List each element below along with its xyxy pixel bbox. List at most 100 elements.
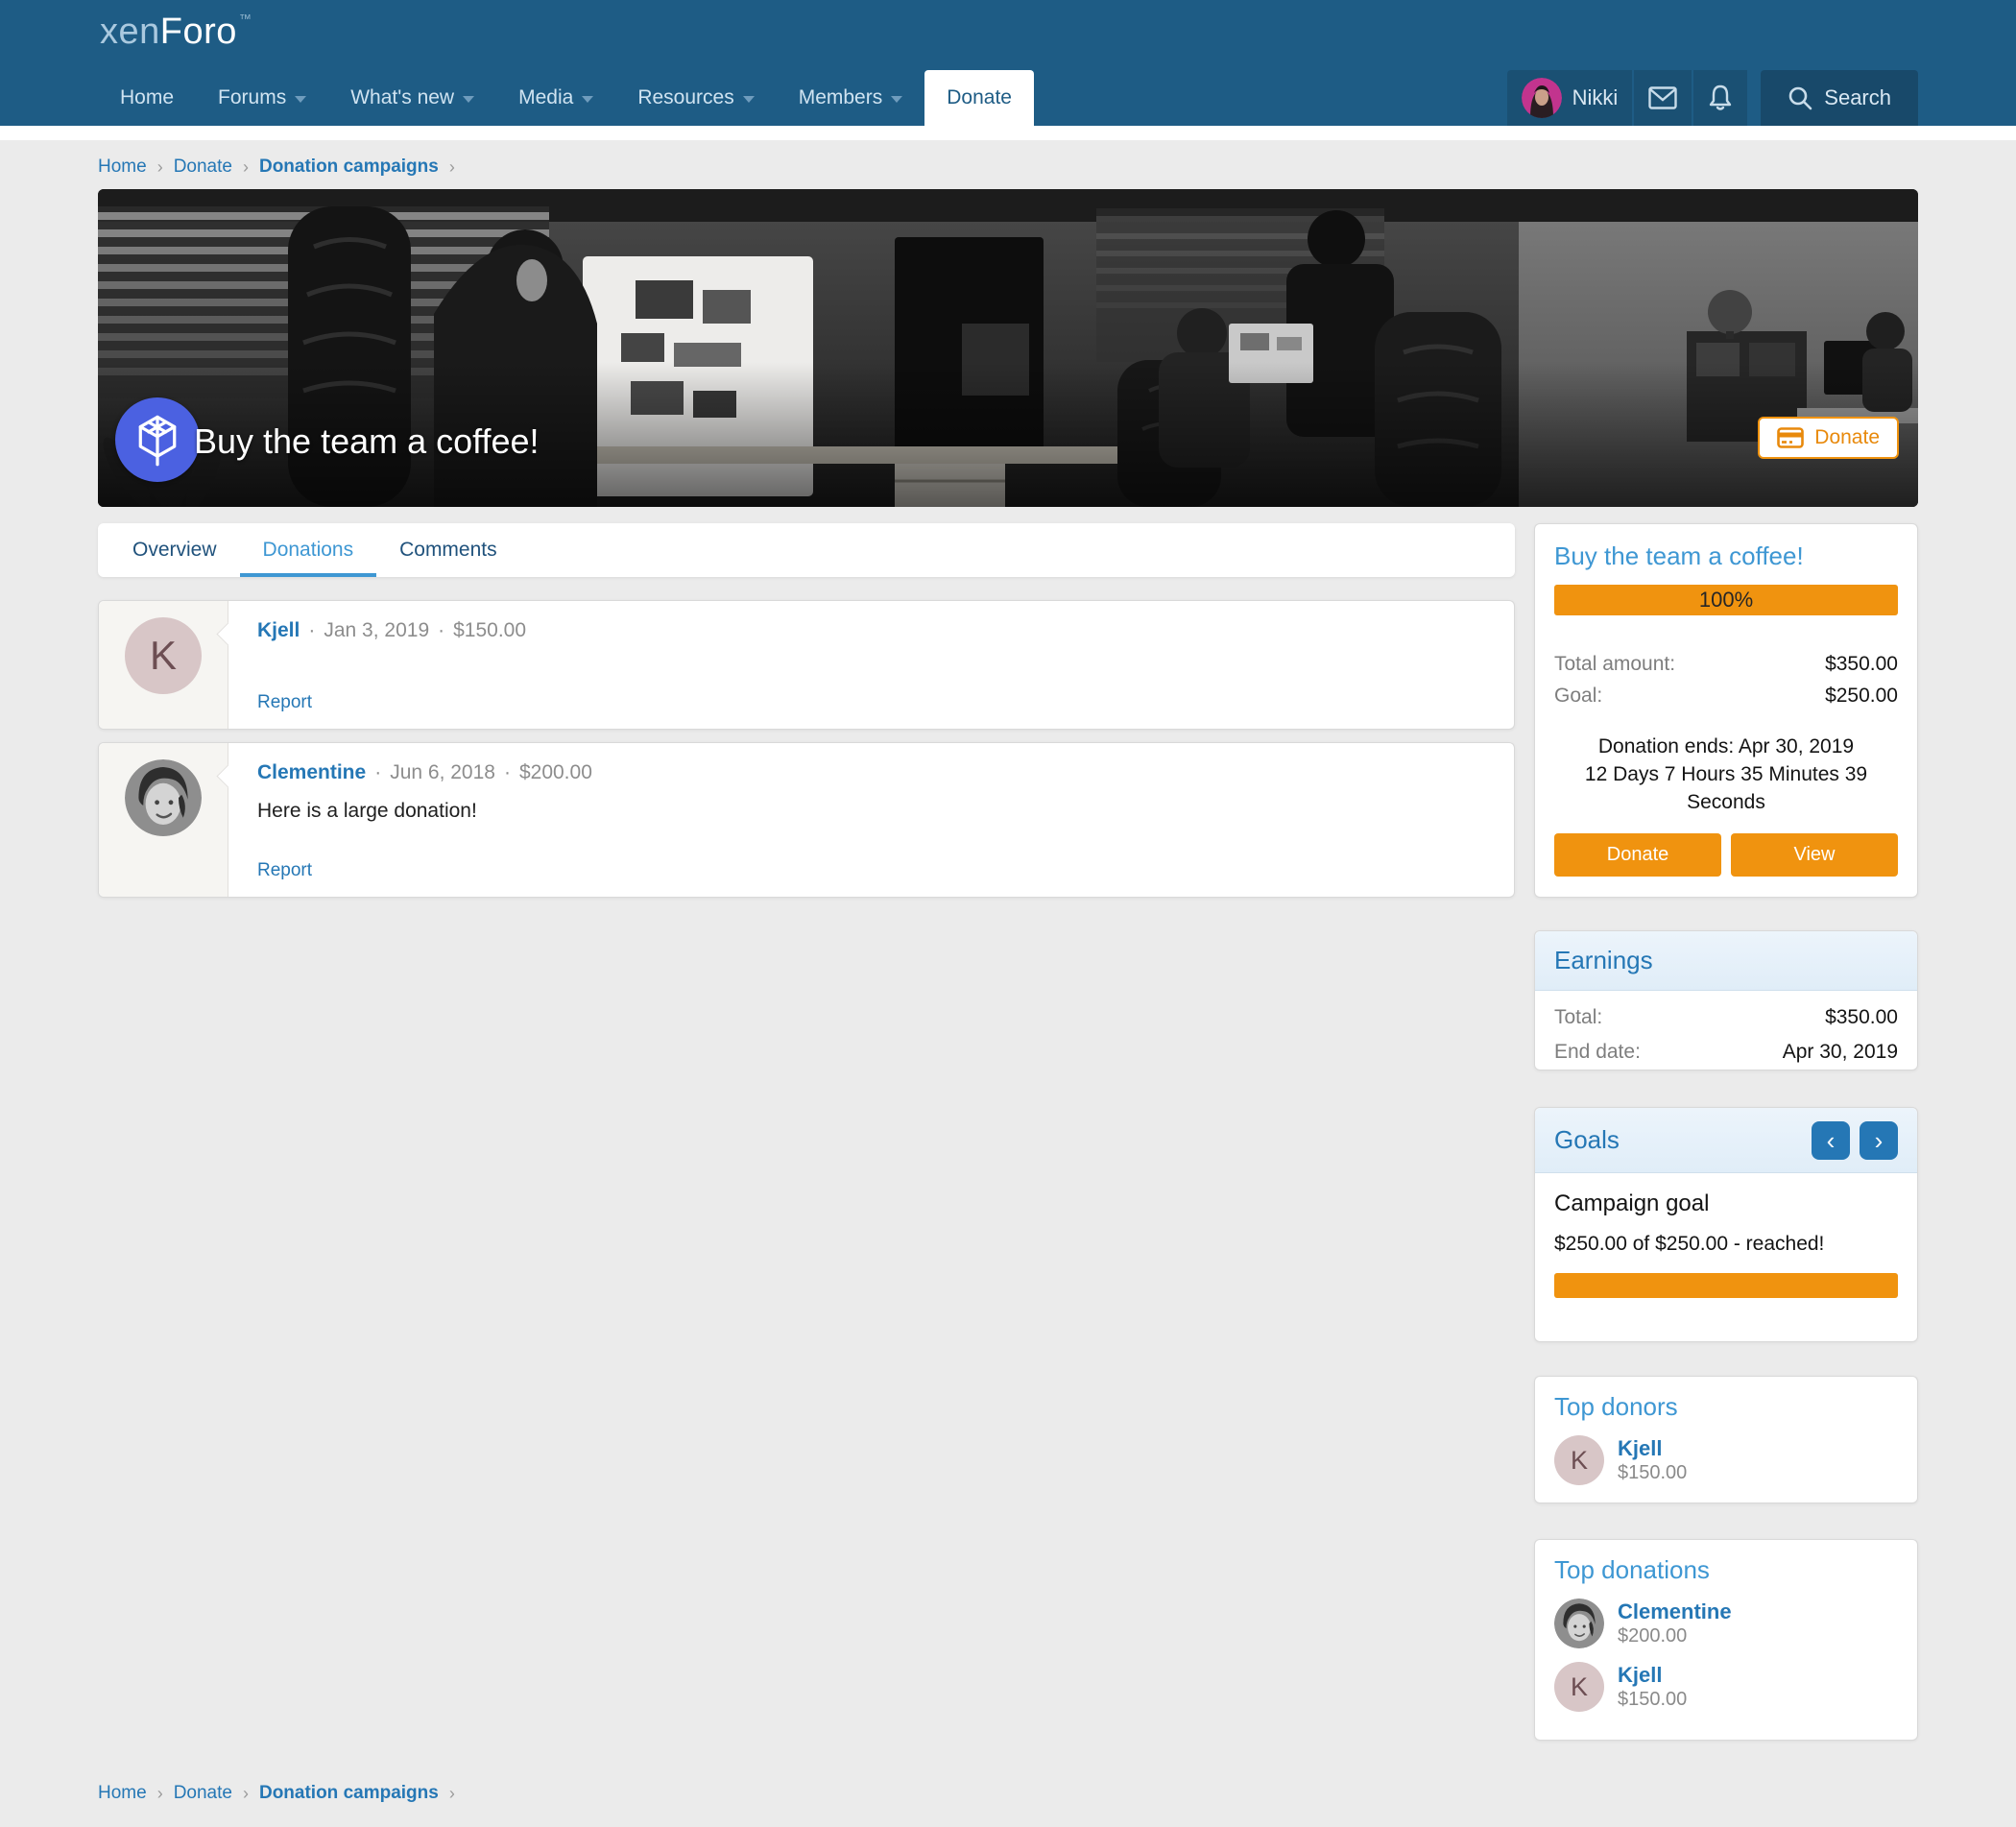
- donor-name-link[interactable]: Kjell: [257, 619, 300, 642]
- account-menu-button[interactable]: Nikki: [1507, 70, 1633, 126]
- breadcrumb-donation-campaigns[interactable]: Donation campaigns: [259, 156, 439, 178]
- campaign-summary-card: Buy the team a coffee! 100% Total amount…: [1534, 523, 1918, 898]
- subnav-strip: [0, 126, 2016, 140]
- breadcrumb-separator: ›: [243, 157, 249, 178]
- nikki-avatar-image: [1522, 78, 1562, 118]
- tab-label: Comments: [399, 539, 497, 562]
- goal-progress-bar: [1554, 1273, 1898, 1298]
- envelope-icon: [1648, 86, 1677, 109]
- user-name: Nikki: [1572, 85, 1619, 110]
- nav-label: Forums: [218, 86, 286, 109]
- donation-amount: $150.00: [453, 619, 526, 642]
- earnings-total-value: $350.00: [1825, 1000, 1898, 1035]
- meta-separator: ·: [374, 761, 381, 784]
- breadcrumb-donation-campaigns[interactable]: Donation campaigns: [259, 1783, 439, 1804]
- logo-part-foro: Foro: [160, 12, 237, 52]
- breadcrumb-separator: ›: [449, 1784, 455, 1804]
- campaign-banner: Buy the team a coffee! Donate: [98, 189, 1918, 507]
- tab-donations[interactable]: Donations: [240, 523, 377, 577]
- goal-value: $250.00: [1825, 680, 1898, 711]
- tab-comments[interactable]: Comments: [376, 523, 520, 577]
- earnings-end-date-row: End date: Apr 30, 2019: [1554, 1035, 1898, 1070]
- chevron-down-icon: [891, 96, 902, 103]
- chevron-down-icon: [295, 96, 306, 103]
- donation-amount: $200.00: [519, 761, 592, 784]
- main-navigation: Home Forums What's new Media Resources M…: [98, 70, 1034, 126]
- meta-separator: ·: [504, 761, 511, 784]
- avatar[interactable]: [1554, 1599, 1604, 1648]
- ends-date-line: Donation ends: Apr 30, 2019: [1554, 733, 1898, 760]
- donor-avatar-cell: K: [99, 601, 228, 729]
- tab-label: Overview: [132, 539, 217, 562]
- goals-header: Goals: [1554, 1125, 1620, 1155]
- chevron-down-icon: [463, 96, 474, 103]
- report-link[interactable]: Report: [257, 860, 312, 881]
- goal-name: Campaign goal: [1554, 1190, 1898, 1217]
- donor-name-link[interactable]: Kjell: [1618, 1435, 1687, 1461]
- goals-card: Goals ‹ › Campaign goal $250.00 of $250.…: [1534, 1107, 1918, 1342]
- nav-item-members[interactable]: Members: [777, 70, 925, 126]
- top-donor-row: K Kjell $150.00: [1554, 1435, 1898, 1485]
- top-donation-row: K Kjell $150.00: [1554, 1662, 1898, 1712]
- donor-name-link[interactable]: Clementine: [1618, 1599, 1732, 1624]
- donation-ends-text: Donation ends: Apr 30, 2019 12 Days 7 Ho…: [1554, 733, 1898, 816]
- nav-label: What's new: [350, 86, 454, 109]
- tab-overview[interactable]: Overview: [109, 523, 240, 577]
- nav-item-whats-new[interactable]: What's new: [328, 70, 496, 126]
- donor-name-link[interactable]: Clementine: [257, 761, 366, 784]
- search-label: Search: [1824, 85, 1891, 110]
- goals-next-button[interactable]: ›: [1860, 1121, 1898, 1160]
- nav-label: Resources: [637, 86, 733, 109]
- chevron-down-icon: [743, 96, 755, 103]
- nav-label: Media: [518, 86, 573, 109]
- donor-avatar-cell: [99, 743, 228, 897]
- earnings-total-label: Total:: [1554, 1000, 1602, 1035]
- earnings-card: Earnings Total: $350.00 End date: Apr 30…: [1534, 930, 1918, 1070]
- banner-donate-button[interactable]: Donate: [1758, 417, 1899, 459]
- avatar[interactable]: K: [1554, 1662, 1604, 1712]
- xenforo-logo[interactable]: xenForo™: [100, 12, 252, 53]
- clementine-avatar-image: [125, 759, 202, 836]
- goals-prev-button[interactable]: ‹: [1812, 1121, 1850, 1160]
- top-donors-title: Top donors: [1554, 1392, 1898, 1422]
- avatar[interactable]: K: [1554, 1435, 1604, 1485]
- breadcrumb-separator: ›: [157, 1784, 163, 1804]
- breadcrumb-home[interactable]: Home: [98, 1783, 147, 1804]
- breadcrumb-donate[interactable]: Donate: [174, 156, 232, 178]
- sidebar-donate-button[interactable]: Donate: [1554, 833, 1721, 877]
- donation-date: Jan 3, 2019: [324, 619, 429, 642]
- nav-item-resources[interactable]: Resources: [615, 70, 776, 126]
- breadcrumb-home[interactable]: Home: [98, 156, 147, 178]
- donation-meta: Clementine · Jun 6, 2018 · $200.00: [257, 761, 1485, 784]
- logo-trademark: ™: [239, 12, 252, 26]
- avatar[interactable]: K: [125, 617, 202, 694]
- nav-item-home[interactable]: Home: [98, 70, 196, 126]
- search-button[interactable]: Search: [1761, 70, 1918, 126]
- goal-row: Goal: $250.00: [1554, 680, 1898, 711]
- alerts-button[interactable]: [1693, 70, 1747, 126]
- nav-item-forums[interactable]: Forums: [196, 70, 328, 126]
- goal-progress-fill: [1554, 1273, 1898, 1298]
- meta-separator: ·: [308, 619, 315, 642]
- breadcrumb-separator: ›: [157, 157, 163, 178]
- donation-message: Here is a large donation!: [257, 800, 1485, 823]
- campaign-title: Buy the team a coffee!: [194, 421, 540, 462]
- donor-name-link[interactable]: Kjell: [1618, 1662, 1687, 1688]
- nav-label: Donate: [947, 86, 1012, 109]
- donation-meta: Kjell · Jan 3, 2019 · $150.00: [257, 619, 1485, 642]
- breadcrumb-donate[interactable]: Donate: [174, 1783, 232, 1804]
- nav-item-media[interactable]: Media: [496, 70, 615, 126]
- logo-part-xen: xen: [100, 12, 160, 52]
- meta-separator: ·: [438, 619, 444, 642]
- earnings-header: Earnings: [1535, 931, 1917, 991]
- sidebar-view-button[interactable]: View: [1731, 833, 1898, 877]
- breadcrumb-separator: ›: [449, 157, 455, 178]
- campaign-progress-bar: 100%: [1554, 585, 1898, 615]
- top-donations-card: Top donations Clementine: [1534, 1539, 1918, 1741]
- avatar[interactable]: [125, 759, 202, 836]
- report-link[interactable]: Report: [257, 692, 312, 713]
- nav-item-donate[interactable]: Donate: [924, 70, 1034, 126]
- campaign-logo-badge: [115, 397, 200, 482]
- inbox-button[interactable]: [1634, 70, 1692, 126]
- header-user-area: Nikki Search: [1507, 70, 1918, 126]
